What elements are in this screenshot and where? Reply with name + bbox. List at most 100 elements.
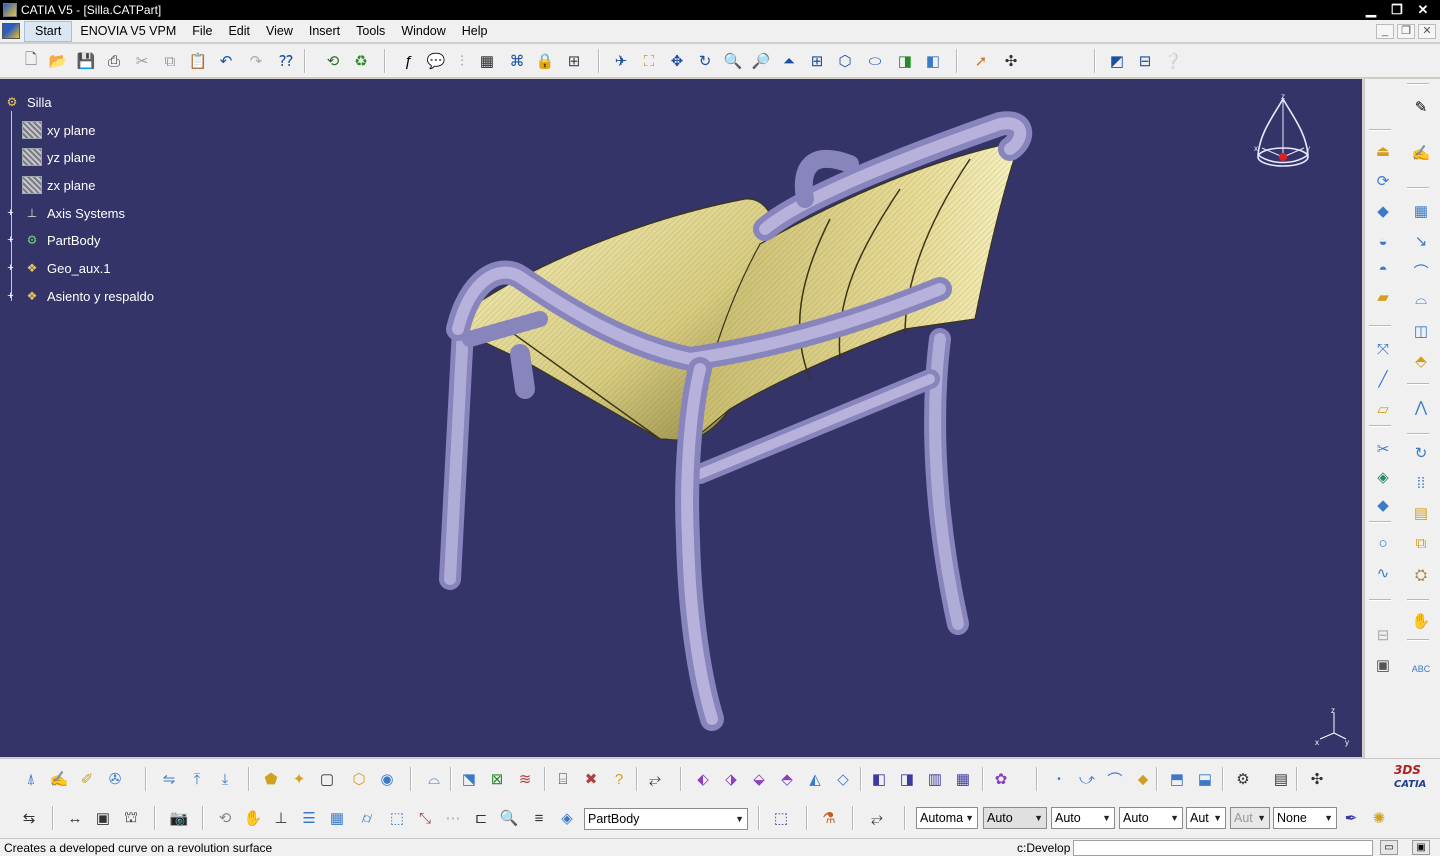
surface-map-icon[interactable]: ⬔ (458, 768, 480, 790)
wireframe-point-icon[interactable]: ⍋ (20, 768, 42, 790)
command-list-icon[interactable]: ▣ (1412, 840, 1430, 855)
part-body-icon[interactable]: ⬚ (770, 807, 792, 829)
measure-item-icon[interactable]: ▣ (92, 807, 114, 829)
multi-view-icon[interactable]: ⊞ (806, 50, 828, 72)
knowledge-inference-icon[interactable]: ⥂ (644, 768, 666, 790)
capture-icon[interactable]: 📷 (168, 807, 190, 829)
update-icon[interactable]: ⟲ (322, 50, 344, 72)
knowledge-icon[interactable]: ⌘ (506, 50, 528, 72)
iso-view-icon[interactable]: ⬡ (834, 50, 856, 72)
fly-mode-icon[interactable]: ✈ (610, 50, 632, 72)
shape-fillet-icon[interactable]: ▢ (316, 768, 338, 790)
circle-icon[interactable]: ○ (1371, 531, 1395, 555)
menu-insert[interactable]: Insert (301, 20, 348, 43)
layer-b-select[interactable]: Aut ▼ (1230, 807, 1270, 829)
sketch-icon[interactable]: ✎ (1409, 95, 1433, 119)
extract-icon[interactable]: ◆ (1371, 493, 1395, 517)
plane-icon[interactable]: ▱ (1371, 397, 1395, 421)
undo-icon[interactable]: ↶ (215, 50, 237, 72)
tree-node-partbody[interactable]: ⚙ PartBody (22, 229, 101, 251)
snap-alt-icon[interactable]: ✣ (1306, 768, 1328, 790)
datum-icon[interactable]: ⤡ (414, 807, 436, 829)
menu-edit[interactable]: Edit (220, 20, 258, 43)
analysis-icon[interactable]: ⊟ (1371, 623, 1395, 647)
scan-sync-icon[interactable]: ⚙ (1232, 768, 1254, 790)
near-icon[interactable]: ✿ (990, 768, 1012, 790)
tree-node-xy-plane[interactable]: xy plane (22, 119, 95, 141)
point-on-curve-icon[interactable]: • (1048, 768, 1070, 790)
graphic-properties-icon[interactable]: ✺ (1368, 807, 1390, 829)
chamfer-icon[interactable]: ⬖ (692, 768, 714, 790)
rotate-icon[interactable]: ↻ (694, 50, 716, 72)
expand-icon[interactable]: + (6, 263, 15, 274)
save-icon[interactable]: 💾 (75, 50, 97, 72)
context-help-icon[interactable]: ❔ (1162, 50, 1184, 72)
tree-node-geo-aux[interactable]: ❖ Geo_aux.1 (22, 257, 111, 279)
tree-icon[interactable]: ⊞ (563, 50, 585, 72)
menu-view[interactable]: View (258, 20, 301, 43)
line-type-select[interactable]: Auto ▼ (983, 807, 1047, 829)
blend-icon[interactable]: ▰ (1371, 285, 1395, 309)
line-thickness-select[interactable]: Auto ▼ (1051, 807, 1115, 829)
tritangent-fillet-icon[interactable]: ◭ (804, 768, 826, 790)
catalog-browser-icon[interactable]: ⇆ (18, 807, 40, 829)
bump-icon[interactable]: ⬡ (348, 768, 370, 790)
connect-curve-icon[interactable]: ⌓ (1409, 287, 1433, 311)
list-icon[interactable]: ≡ (528, 807, 550, 829)
wrap-icon[interactable]: ✦ (288, 768, 310, 790)
doc-minimize-icon[interactable]: _ (1376, 24, 1394, 39)
healing-icon[interactable]: ⬒ (1166, 768, 1188, 790)
arc-icon[interactable]: ⌒ (1409, 259, 1433, 283)
curvature-icon[interactable]: ✐ (76, 768, 98, 790)
fill-icon[interactable]: ◒ (1371, 229, 1395, 253)
user-feature-icon[interactable]: ⛭ (1409, 563, 1433, 587)
shape-fillet-alt-icon[interactable]: ◇ (832, 768, 854, 790)
workbench-icon[interactable]: ⊟ (1134, 50, 1156, 72)
render-style-select[interactable]: None ▼ (1273, 807, 1337, 829)
affinity-icon[interactable]: ⤓ (214, 768, 236, 790)
rotate-feature-icon[interactable]: ◨ (896, 768, 918, 790)
point-icon[interactable]: ⤧ (1371, 337, 1395, 361)
help-bubble-icon[interactable]: ? (608, 768, 630, 790)
untrim-icon[interactable]: ⬓ (1194, 768, 1216, 790)
analysis-draft-icon[interactable]: ✍ (48, 768, 70, 790)
define-in-work-object-icon[interactable]: ◈ (556, 807, 578, 829)
tree-tool-icon[interactable]: ⊏ (470, 807, 492, 829)
axis-to-axis-icon[interactable]: ▦ (952, 768, 974, 790)
copy-icon[interactable]: ⧉ (159, 50, 181, 72)
tree-node-zx-plane[interactable]: zx plane (22, 174, 95, 196)
table-icon[interactable]: ▦ (476, 50, 498, 72)
repetition-icon[interactable]: ↻ (1409, 441, 1433, 465)
formula-icon[interactable]: ƒ (397, 50, 419, 72)
join-icon[interactable]: ⬘ (1409, 349, 1433, 373)
apply-material-icon[interactable]: ⚗ (818, 807, 840, 829)
pan-icon[interactable]: ✥ (666, 50, 688, 72)
painter-icon[interactable]: ✒ (1340, 807, 1362, 829)
spline-icon[interactable]: ∿ (1371, 561, 1395, 585)
boundary-icon[interactable]: ◈ (1371, 465, 1395, 489)
analysis-history-icon[interactable]: ⟲ (214, 807, 236, 829)
paste-icon[interactable]: 📋 (187, 50, 209, 72)
cube-icon[interactable]: ⬚ (386, 807, 408, 829)
menu-tools[interactable]: Tools (348, 20, 393, 43)
work-on-support-icon[interactable]: ☰ (298, 807, 320, 829)
catalog-icon[interactable]: ▤ (1409, 501, 1433, 525)
expand-icon[interactable]: + (6, 291, 15, 302)
corner-icon[interactable]: ⤻ (1076, 768, 1098, 790)
tree-node-yz-plane[interactable]: yz plane (22, 146, 95, 168)
law-curve-icon[interactable]: ≋ (514, 768, 536, 790)
parallel-curve-icon[interactable]: ⌒ (1104, 768, 1126, 790)
menu-start[interactable]: Start (24, 20, 73, 42)
translate-icon[interactable]: ◧ (868, 768, 890, 790)
tools-icon[interactable]: ⌸ (552, 768, 574, 790)
new-document-icon[interactable]: 🗋 (20, 50, 42, 72)
line-color-select[interactable]: Automa ▼ (916, 807, 978, 829)
expand-icon[interactable]: + (6, 208, 15, 219)
revolve-surface-icon[interactable]: ⟳ (1371, 169, 1395, 193)
print-icon[interactable]: ⎙ (103, 50, 125, 72)
doc-close-icon[interactable]: ✕ (1418, 24, 1436, 39)
measure-icon[interactable]: ▣ (1371, 653, 1395, 677)
search-icon[interactable]: 🔍 (498, 807, 520, 829)
close-icon[interactable]: ✕ (1410, 2, 1436, 18)
catia-start-icon[interactable] (2, 23, 20, 39)
